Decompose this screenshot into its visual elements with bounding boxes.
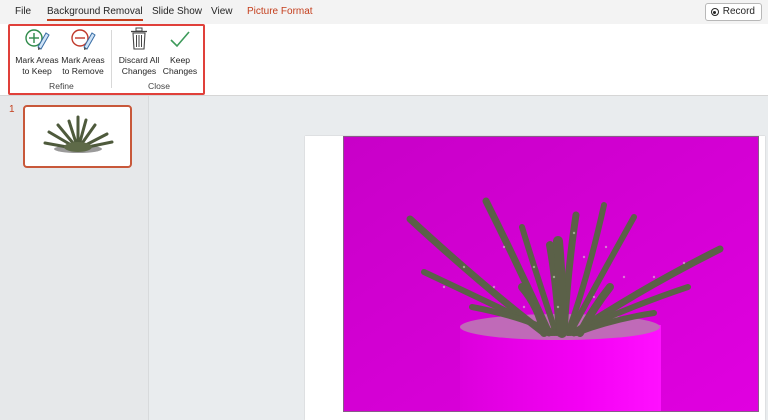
record-label: Record bbox=[722, 6, 755, 17]
menu-view[interactable]: View bbox=[211, 6, 233, 18]
menu-picture-format[interactable]: Picture Format bbox=[247, 6, 313, 18]
slide-thumbnail[interactable] bbox=[23, 105, 132, 168]
menu-background-removal[interactable]: Background Removal bbox=[47, 6, 143, 21]
picture-with-removal-mask[interactable] bbox=[343, 136, 759, 412]
record-icon bbox=[710, 8, 719, 16]
menu-slide-show[interactable]: Slide Show bbox=[152, 6, 202, 18]
record-button[interactable]: Record bbox=[704, 3, 762, 21]
plant-image bbox=[344, 137, 758, 411]
slide-number: 1 bbox=[9, 104, 15, 115]
thumbnail-plant-image bbox=[43, 115, 114, 153]
menu-bar: File Background Removal Slide Show View … bbox=[0, 0, 768, 24]
menu-file[interactable]: File bbox=[15, 6, 31, 18]
highlight-box bbox=[8, 24, 205, 95]
